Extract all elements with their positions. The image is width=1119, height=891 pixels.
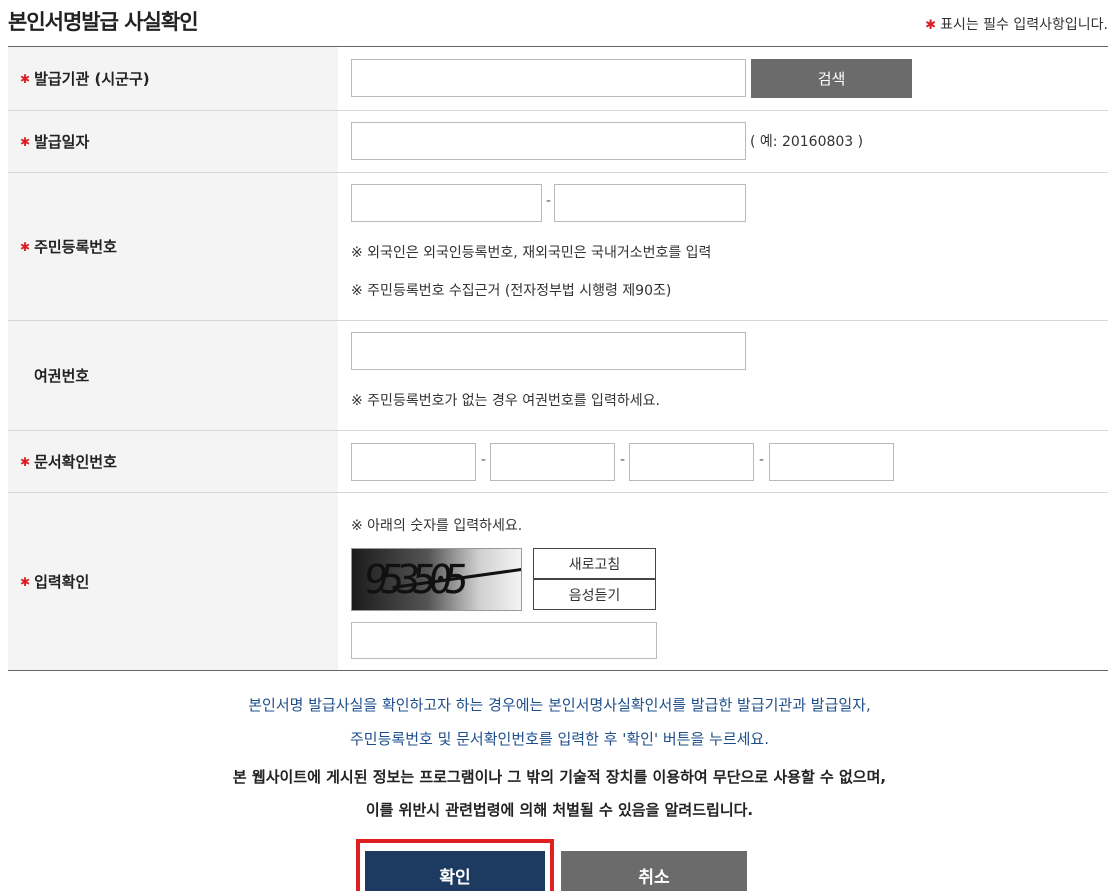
value-issuer: 검색	[338, 47, 1108, 110]
label-resident-no-text: 주민등록번호	[34, 238, 117, 256]
value-captcha: ※ 아래의 숫자를 입력하세요. 953505 새로고침 음성듣기	[338, 493, 1108, 670]
value-passport-no: ※ 주민등록번호가 없는 경우 여권번호를 입력하세요.	[338, 321, 1108, 430]
row-issuer: ✱ 발급기관 (시군구) 검색	[8, 47, 1108, 111]
captcha-audio-button[interactable]: 음성듣기	[533, 579, 656, 610]
required-mark-icon: ✱	[925, 18, 937, 33]
required-note-text: 표시는 필수 입력사항입니다.	[940, 17, 1108, 33]
dash-separator: -	[759, 452, 765, 468]
doc-no-part1-input[interactable]	[351, 443, 476, 481]
label-resident-no: ✱ 주민등록번호	[8, 173, 338, 320]
notice-line-2: 주민등록번호 및 문서확인번호를 입력한 후 '확인' 버튼을 누르세요.	[350, 730, 769, 748]
issuer-input[interactable]	[351, 59, 746, 97]
confirm-highlight: 확인	[356, 839, 554, 891]
required-note: ✱ 표시는 필수 입력사항입니다.	[925, 14, 1108, 34]
row-captcha: ✱ 입력확인 ※ 아래의 숫자를 입력하세요. 953505 새로고침 음성듣기	[8, 493, 1108, 671]
captcha-image: 953505	[351, 548, 522, 611]
row-passport-no: 여권번호 ※ 주민등록번호가 없는 경우 여권번호를 입력하세요.	[8, 321, 1108, 431]
required-mark-icon: ✱	[20, 574, 31, 589]
passport-no-input[interactable]	[351, 332, 746, 370]
notice-line-1: 본인서명 발급사실을 확인하고자 하는 경우에는 본인서명사실확인서를 발급한 …	[248, 696, 871, 714]
row-resident-no: ✱ 주민등록번호 - ※ 외국인은 외국인등록번호, 재외국민은 국내거소번호를…	[8, 173, 1108, 321]
required-mark-icon: ✱	[20, 239, 31, 254]
label-issue-date: ✱ 발급일자	[8, 111, 338, 172]
doc-no-part3-input[interactable]	[629, 443, 754, 481]
issue-date-input[interactable]	[351, 122, 746, 160]
dash-separator: -	[481, 452, 487, 468]
verification-form: ✱ 발급기관 (시군구) 검색 ✱ 발급일자 ( 예: 20160803 ) ✱…	[8, 46, 1108, 671]
required-mark-icon: ✱	[20, 134, 31, 149]
label-doc-no-text: 문서확인번호	[34, 453, 117, 471]
captcha-hint: ※ 아래의 숫자를 입력하세요.	[351, 518, 523, 534]
label-passport-no: 여권번호	[8, 321, 338, 430]
captcha-refresh-button[interactable]: 새로고침	[533, 548, 656, 579]
label-doc-no: ✱ 문서확인번호	[8, 431, 338, 492]
label-captcha-text: 입력확인	[34, 573, 90, 591]
doc-no-part2-input[interactable]	[490, 443, 615, 481]
value-doc-no: - - -	[338, 431, 1108, 492]
issue-date-example: ( 예: 20160803 )	[750, 134, 864, 150]
dash-separator: -	[546, 193, 552, 209]
page-title: 본인서명발급 사실확인	[8, 10, 199, 34]
dash-separator: -	[620, 452, 626, 468]
required-mark-icon: ✱	[20, 454, 31, 469]
row-doc-no: ✱ 문서확인번호 - - -	[8, 431, 1108, 493]
search-button[interactable]: 검색	[751, 59, 912, 98]
label-issuer: ✱ 발급기관 (시군구)	[8, 47, 338, 110]
page-header: 본인서명발급 사실확인 ✱ 표시는 필수 입력사항입니다.	[8, 0, 1108, 46]
doc-no-part4-input[interactable]	[769, 443, 894, 481]
value-resident-no: - ※ 외국인은 외국인등록번호, 재외국민은 국내거소번호를 입력 ※ 주민등…	[338, 173, 1108, 320]
passport-no-hint: ※ 주민등록번호가 없는 경우 여권번호를 입력하세요.	[351, 393, 660, 409]
value-issue-date: ( 예: 20160803 )	[338, 111, 1108, 172]
label-issuer-text: 발급기관 (시군구)	[34, 70, 150, 88]
confirm-button[interactable]: 확인	[365, 851, 545, 891]
row-issue-date: ✱ 발급일자 ( 예: 20160803 )	[8, 111, 1108, 173]
label-passport-no-text: 여권번호	[34, 367, 90, 385]
resident-no-part1-input[interactable]	[351, 184, 542, 222]
required-mark-icon: ✱	[20, 71, 31, 86]
notice-line-3: 본 웹사이트에 게시된 정보는 프로그램이나 그 밖의 기술적 장치를 이용하여…	[232, 768, 887, 786]
resident-no-hint-foreigner: ※ 외국인은 외국인등록번호, 재외국민은 국내거소번호를 입력	[351, 245, 712, 261]
notice-line-4: 이를 위반시 관련법령에 의해 처벌될 수 있음을 알려드립니다.	[365, 801, 754, 819]
cancel-button[interactable]: 취소	[561, 851, 747, 891]
label-issue-date-text: 발급일자	[34, 133, 90, 151]
resident-no-hint-legal: ※ 주민등록번호 수집근거 (전자정부법 시행령 제90조)	[351, 283, 672, 299]
label-captcha: ✱ 입력확인	[8, 493, 338, 670]
captcha-input[interactable]	[351, 622, 657, 659]
resident-no-part2-input[interactable]	[554, 184, 746, 222]
